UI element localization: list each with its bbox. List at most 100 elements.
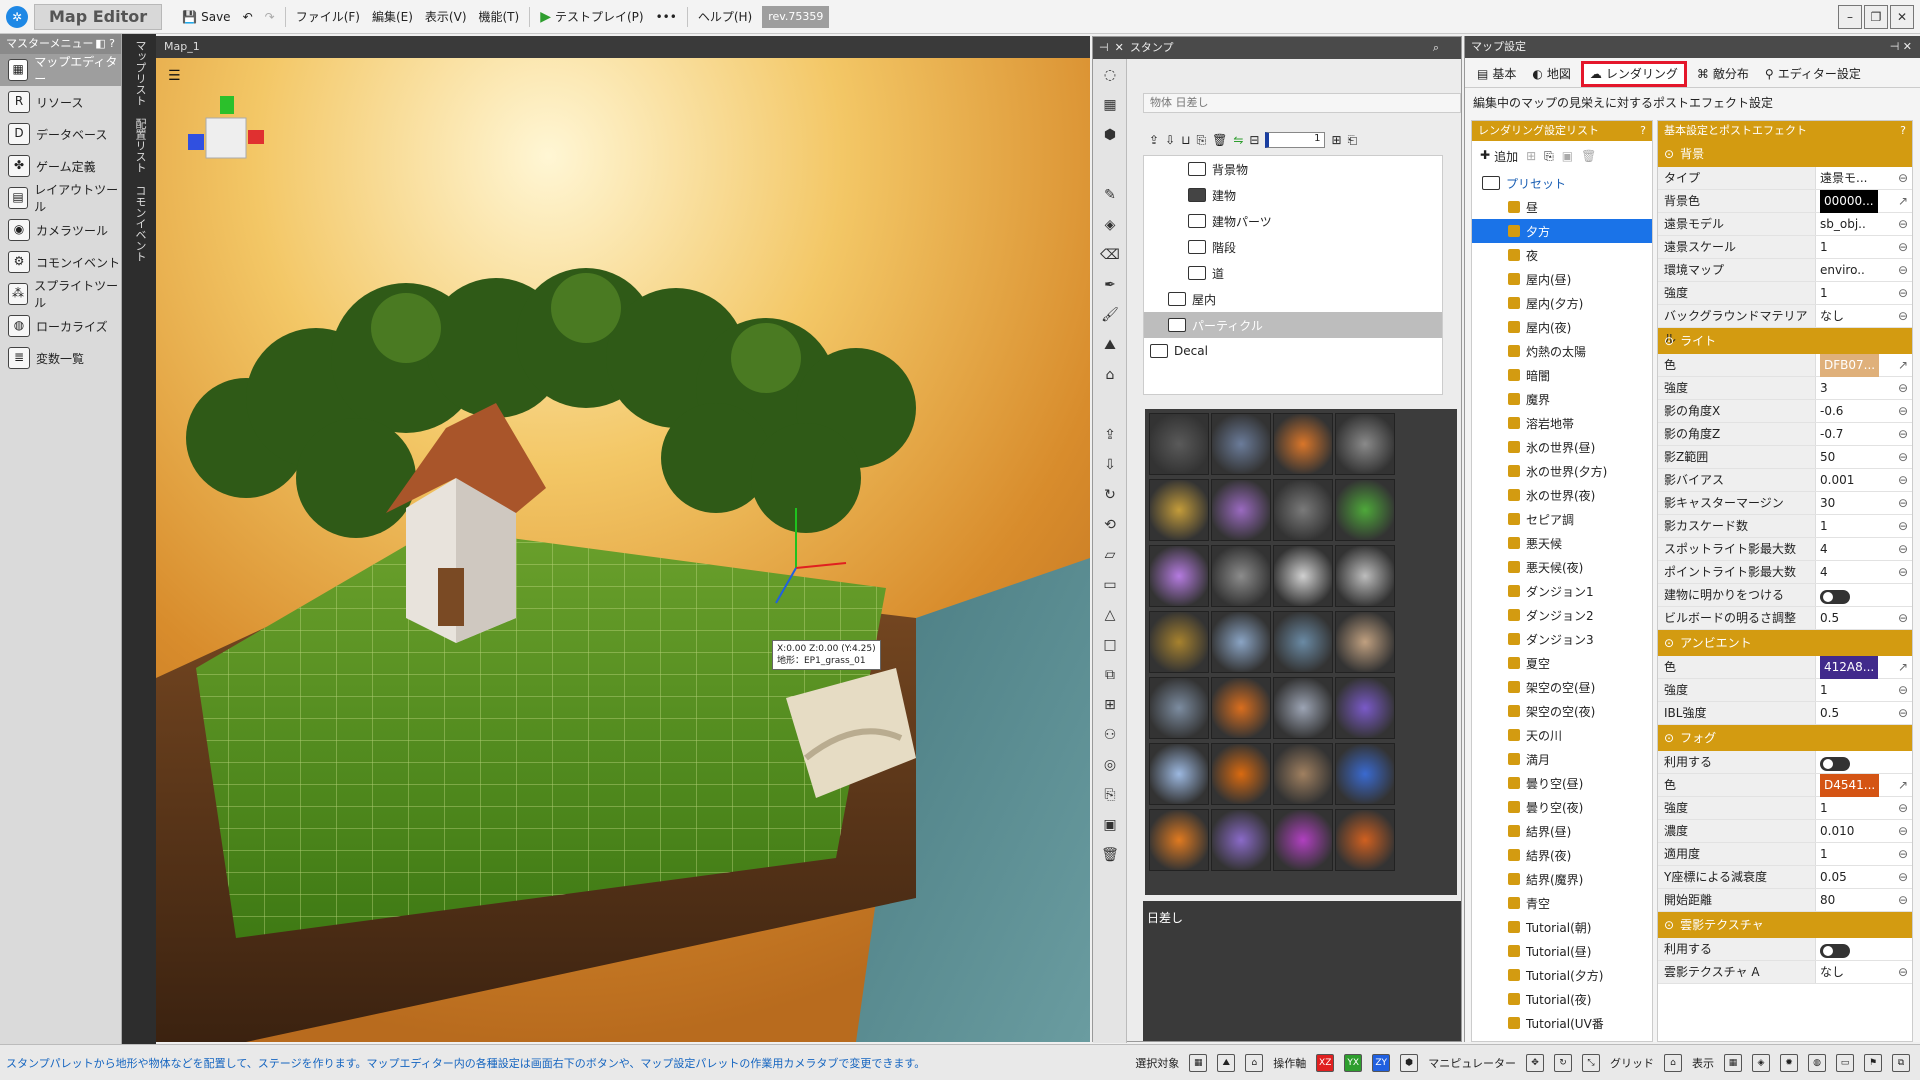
stamp-thumbnail[interactable] — [1335, 413, 1395, 475]
brush-icon[interactable]: 🖌 — [1098, 303, 1122, 327]
property-value[interactable]: なし ⊖ — [1816, 961, 1912, 984]
stamp-thumbnail[interactable] — [1273, 413, 1333, 475]
toggle-switch[interactable] — [1820, 590, 1850, 604]
minus-button[interactable]: ⊟ — [1249, 133, 1259, 147]
stamp-thumbnail[interactable] — [1273, 479, 1333, 541]
undo-button[interactable]: ↶ — [237, 4, 259, 30]
tab-enemy[interactable]: ⌘ 敵分布 — [1691, 61, 1755, 87]
menu-item-variables[interactable]: ≣ 変数一覧 — [0, 342, 121, 374]
collapse-icon[interactable]: ⊙ — [1664, 328, 1674, 354]
property-value[interactable]: 0.5 ⊖ — [1816, 702, 1912, 725]
stepper-icon[interactable]: ⊖ — [1898, 400, 1908, 423]
preset-item[interactable]: 架空の空(昼) — [1472, 675, 1652, 699]
preset-item[interactable]: 天の川 — [1472, 723, 1652, 747]
copy-icon[interactable]: ⎘ — [1544, 149, 1554, 164]
menu-item-resources[interactable]: R リソース — [0, 86, 121, 118]
menu-item-sprite-tool[interactable]: ⁂ スプライトツール — [0, 278, 121, 310]
save-button[interactable]: 💾 Save — [176, 4, 236, 30]
grid-icon[interactable]: ⌂ — [1664, 1053, 1682, 1072]
property-value[interactable]: 0.001 ⊖ — [1816, 469, 1912, 492]
display-effect-icon[interactable]: ◍ — [1808, 1053, 1826, 1072]
stamp-thumbnail[interactable] — [1211, 545, 1271, 607]
stepper-icon[interactable]: ⊖ — [1898, 492, 1908, 515]
stepper-icon[interactable]: ⊖ — [1898, 538, 1908, 561]
menu-tools[interactable]: 機能(T) — [473, 4, 526, 30]
tab-placement-list[interactable]: 配置リスト — [132, 112, 148, 179]
axis-zy-icon[interactable]: ZY — [1372, 1053, 1391, 1072]
property-value[interactable]: 遠景モ... ⊖ — [1816, 167, 1912, 190]
tab-common-event[interactable]: コモンイベント — [132, 179, 148, 268]
trash-icon[interactable]: 🗑 — [1098, 843, 1122, 867]
toggle-switch[interactable] — [1820, 944, 1850, 958]
display-layer-icon[interactable]: ⧉ — [1892, 1053, 1910, 1072]
collapse-icon[interactable]: ⊙ — [1664, 141, 1674, 167]
eyedropper-icon[interactable]: ✒ — [1098, 273, 1122, 297]
tree-item[interactable]: Decal — [1144, 338, 1442, 364]
scene-canvas[interactable]: ☰ X:0.00 Z:0.00 (Y:4.25) 地形：EP1_grass_01 — [156, 58, 1090, 1042]
property-value[interactable]: 1 ⊖ — [1816, 797, 1912, 820]
display-event-icon[interactable]: ⚑ — [1864, 1053, 1882, 1072]
rotate-icon[interactable]: ↻ — [1554, 1053, 1572, 1072]
bucket-icon[interactable]: ◈ — [1098, 213, 1122, 237]
stepper-icon[interactable]: ⊖ — [1898, 236, 1908, 259]
stamp-thumbnail[interactable] — [1149, 743, 1209, 805]
figure-icon[interactable]: ⚇ — [1098, 723, 1122, 747]
raise-icon[interactable]: ⇪ — [1098, 423, 1122, 447]
pin-icon[interactable]: ⊣ — [1099, 37, 1109, 59]
collapse-icon[interactable]: ⊙ — [1664, 912, 1674, 938]
property-value[interactable]: 0.5 ⊖ — [1816, 607, 1912, 630]
close-icon[interactable]: ✕ — [1890, 4, 1914, 29]
property-section-header[interactable]: ⊙ フォグ — [1658, 725, 1912, 751]
preset-item[interactable]: 灼熱の太陽 — [1472, 339, 1652, 363]
preset-item[interactable]: 結界(昼) — [1472, 819, 1652, 843]
stepper-icon[interactable]: ⊖ — [1898, 167, 1908, 190]
menu-file[interactable]: ファイル(F) — [290, 4, 366, 30]
eraser-icon[interactable]: ⌫ — [1098, 243, 1122, 267]
duplicate-icon[interactable]: ⎘ — [1197, 133, 1207, 148]
stamp-thumbnail[interactable] — [1149, 809, 1209, 871]
stamp-thumbnail[interactable] — [1149, 677, 1209, 739]
stamp-thumbnail[interactable] — [1211, 809, 1271, 871]
stepper-icon[interactable]: ⊖ — [1898, 282, 1908, 305]
search-icon[interactable]: ⌕ — [1433, 37, 1439, 59]
toggle-switch[interactable] — [1820, 757, 1850, 771]
preset-item[interactable]: 屋内(夜) — [1472, 315, 1652, 339]
home-icon[interactable]: ⌂ — [1098, 363, 1122, 387]
preset-item[interactable]: 屋内(夕方) — [1472, 291, 1652, 315]
stamp-thumbnail[interactable] — [1335, 611, 1395, 673]
property-value[interactable]: sb_obj.. ⊖ — [1816, 213, 1912, 236]
property-section-header[interactable]: ⊙ アンビエント — [1658, 630, 1912, 656]
menu-item-camera-tool[interactable]: ◉ カメラツール — [0, 214, 121, 246]
tree-item-selected[interactable]: パーティクル — [1144, 312, 1442, 338]
shape-icon[interactable]: ▱ — [1098, 543, 1122, 567]
preset-item[interactable]: 架空の空(夜) — [1472, 699, 1652, 723]
preset-item[interactable]: 夏空 — [1472, 651, 1652, 675]
preset-item[interactable]: 昼 — [1472, 195, 1652, 219]
stamp-thumbnail[interactable] — [1149, 611, 1209, 673]
stamp-thumbnail[interactable] — [1149, 545, 1209, 607]
menu-item-game-definition[interactable]: ✤ ゲーム定義 — [0, 150, 121, 182]
stepper-icon[interactable]: ⊖ — [1898, 377, 1908, 400]
stamp-thumbnail[interactable] — [1335, 809, 1395, 871]
stamp-thumbnail[interactable] — [1335, 743, 1395, 805]
stamp-thumbnail[interactable] — [1211, 413, 1271, 475]
layer-slider[interactable]: 1 — [1265, 132, 1326, 148]
tab-map[interactable]: ◐ 地図 — [1526, 61, 1577, 87]
property-value[interactable]: enviro.. ⊖ — [1816, 259, 1912, 282]
new-icon[interactable]: ⊞ — [1526, 149, 1536, 163]
property-section-header[interactable]: ⊙ 背景 — [1658, 141, 1912, 167]
stamp-thumbnail[interactable] — [1335, 677, 1395, 739]
preset-item[interactable]: ダンジョン1 — [1472, 579, 1652, 603]
help-icon[interactable]: ? — [1640, 121, 1646, 141]
preset-item[interactable]: Tutorial(UV番 — [1472, 1011, 1652, 1035]
property-value[interactable]: 0.05 ⊖ — [1816, 866, 1912, 889]
help-icon[interactable]: ? — [1900, 121, 1906, 141]
stepper-icon[interactable]: ⊖ — [1898, 423, 1908, 446]
property-value[interactable]: 3 ⊖ — [1816, 377, 1912, 400]
close-icon[interactable]: ✕ — [1115, 37, 1124, 59]
preset-item[interactable]: 夕方 — [1472, 219, 1652, 243]
property-value[interactable]: 412A8... ↗ — [1816, 655, 1912, 679]
preset-item[interactable]: 暗闇 — [1472, 363, 1652, 387]
preset-item[interactable]: ダンジョン2 — [1472, 603, 1652, 627]
hamburger-icon[interactable]: ☰ — [168, 68, 181, 84]
